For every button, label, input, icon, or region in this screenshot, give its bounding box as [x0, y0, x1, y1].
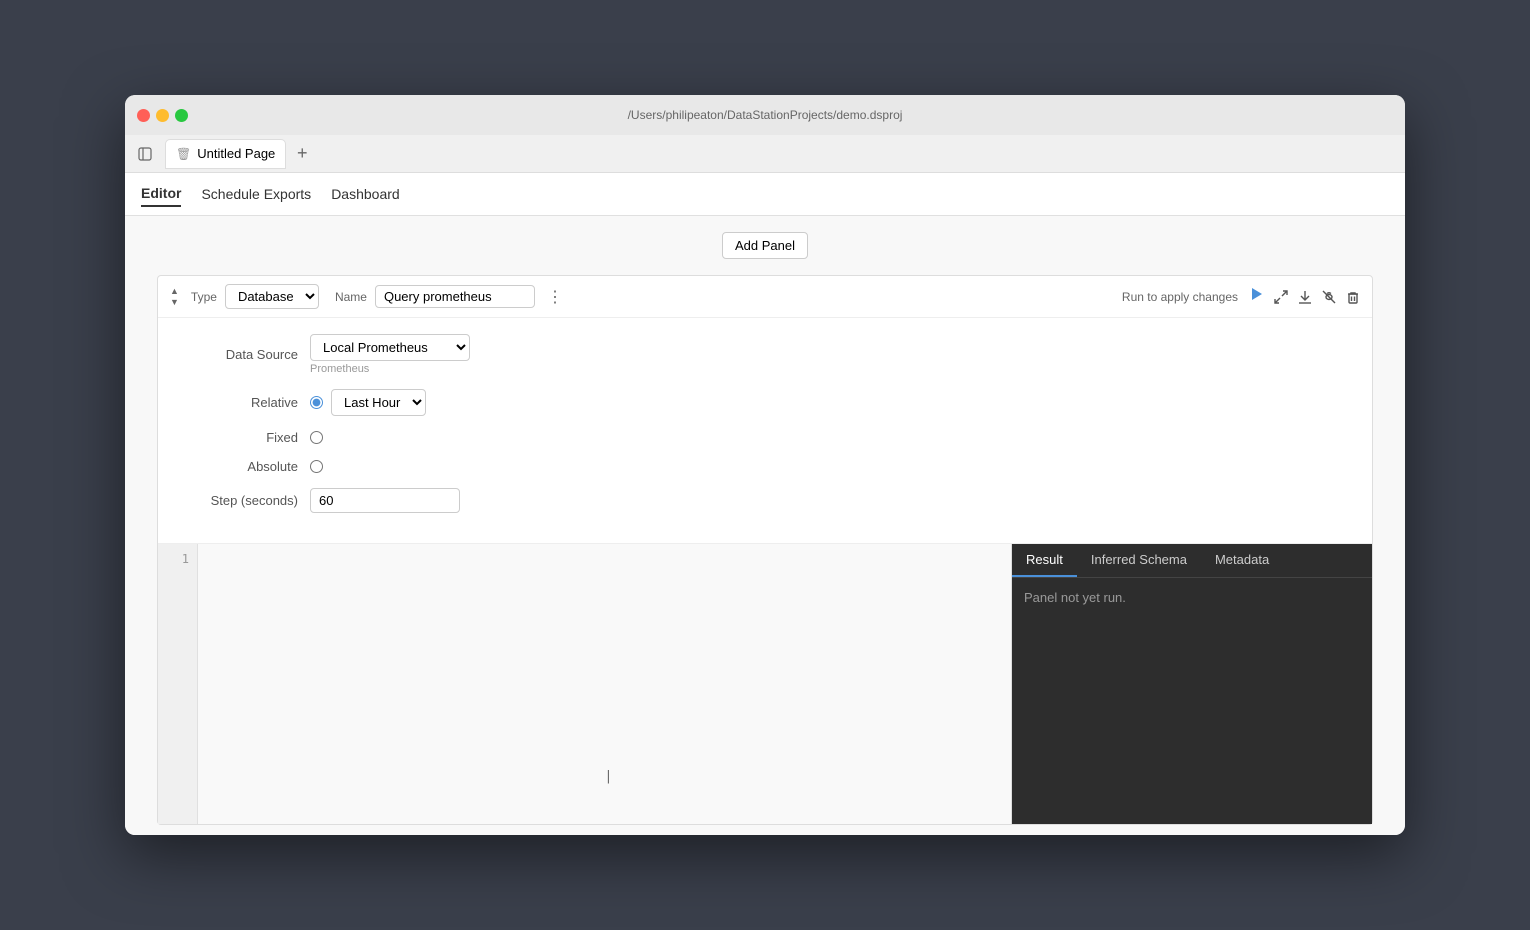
collapse-toggle[interactable]: ▲ ▼: [170, 286, 179, 307]
step-row: Step (seconds): [178, 488, 1352, 513]
window-title: /Users/philipeaton/DataStationProjects/d…: [628, 108, 903, 122]
page-tab[interactable]: 🗑 Untitled Page: [165, 139, 286, 169]
datasource-label: Data Source: [178, 347, 298, 362]
time-range-select[interactable]: Last Hour: [331, 389, 426, 416]
cursor-indicator: |: [605, 769, 613, 784]
result-content: Panel not yet run.: [1012, 578, 1372, 824]
datasource-row: Data Source Local Prometheus Prometheus: [178, 334, 1352, 375]
type-select[interactable]: Database: [225, 284, 319, 309]
sidebar-toggle[interactable]: [133, 142, 157, 166]
tab-label: Untitled Page: [197, 146, 275, 161]
datasource-group: Local Prometheus Prometheus: [310, 334, 470, 375]
result-tab-result[interactable]: Result: [1012, 544, 1077, 577]
traffic-lights: [137, 109, 188, 122]
tab-bar: 🗑 Untitled Page +: [125, 135, 1405, 173]
panel-menu-icon[interactable]: ⋮: [547, 287, 563, 307]
relative-label: Relative: [178, 395, 298, 410]
expand-icon[interactable]: [1274, 290, 1288, 304]
fixed-radio[interactable]: [310, 431, 323, 444]
run-to-apply-label: Run to apply changes: [1122, 290, 1238, 304]
run-button[interactable]: [1248, 286, 1264, 307]
maximize-button[interactable]: [175, 109, 188, 122]
nav-bar: Editor Schedule Exports Dashboard: [125, 173, 1405, 216]
fixed-row: Fixed: [178, 430, 1352, 445]
code-editor[interactable]: 1 |: [158, 544, 1012, 824]
nav-schedule-exports[interactable]: Schedule Exports: [201, 182, 311, 206]
delete-icon[interactable]: [1346, 290, 1360, 304]
relative-radio[interactable]: [310, 396, 323, 409]
add-panel-button[interactable]: Add Panel: [722, 232, 808, 259]
panel-actions: Run to apply changes: [1122, 286, 1360, 307]
result-tab-metadata[interactable]: Metadata: [1201, 544, 1283, 577]
panel-header: ▲ ▼ Type Database Name ⋮ Run to apply ch…: [158, 276, 1372, 318]
content-area: Add Panel ▲ ▼ Type Database Name ⋮ Run t…: [125, 216, 1405, 835]
result-tabs: Result Inferred Schema Metadata: [1012, 544, 1372, 578]
app-window: /Users/philipeaton/DataStationProjects/d…: [125, 95, 1405, 835]
panel: ▲ ▼ Type Database Name ⋮ Run to apply ch…: [157, 275, 1373, 825]
add-tab-button[interactable]: +: [290, 142, 314, 166]
line-numbers: 1: [158, 544, 198, 824]
eye-off-icon[interactable]: [1322, 290, 1336, 304]
name-label: Name: [335, 290, 367, 304]
datasource-select[interactable]: Local Prometheus: [310, 334, 470, 361]
step-label: Step (seconds): [178, 493, 298, 508]
nav-editor[interactable]: Editor: [141, 181, 181, 207]
download-icon[interactable]: [1298, 290, 1312, 304]
step-input[interactable]: [310, 488, 460, 513]
absolute-row: Absolute: [178, 459, 1352, 474]
name-input[interactable]: [375, 285, 535, 308]
code-area[interactable]: |: [198, 544, 1011, 824]
relative-row: Relative Last Hour: [178, 389, 1352, 416]
relative-radio-group: Last Hour: [310, 389, 426, 416]
close-button[interactable]: [137, 109, 150, 122]
trash-icon: 🗑: [176, 147, 191, 161]
nav-dashboard[interactable]: Dashboard: [331, 182, 400, 206]
fixed-label: Fixed: [178, 430, 298, 445]
result-tab-schema[interactable]: Inferred Schema: [1077, 544, 1201, 577]
type-label: Type: [191, 290, 217, 304]
minimize-button[interactable]: [156, 109, 169, 122]
absolute-radio[interactable]: [310, 460, 323, 473]
panel-config: Data Source Local Prometheus Prometheus …: [158, 318, 1372, 544]
result-panel: Result Inferred Schema Metadata Panel no…: [1012, 544, 1372, 824]
absolute-label: Absolute: [178, 459, 298, 474]
title-bar: /Users/philipeaton/DataStationProjects/d…: [125, 95, 1405, 135]
panel-editor: 1 | Result Inferred Schema Metadata Pane…: [158, 544, 1372, 824]
datasource-hint: Prometheus: [310, 363, 470, 375]
